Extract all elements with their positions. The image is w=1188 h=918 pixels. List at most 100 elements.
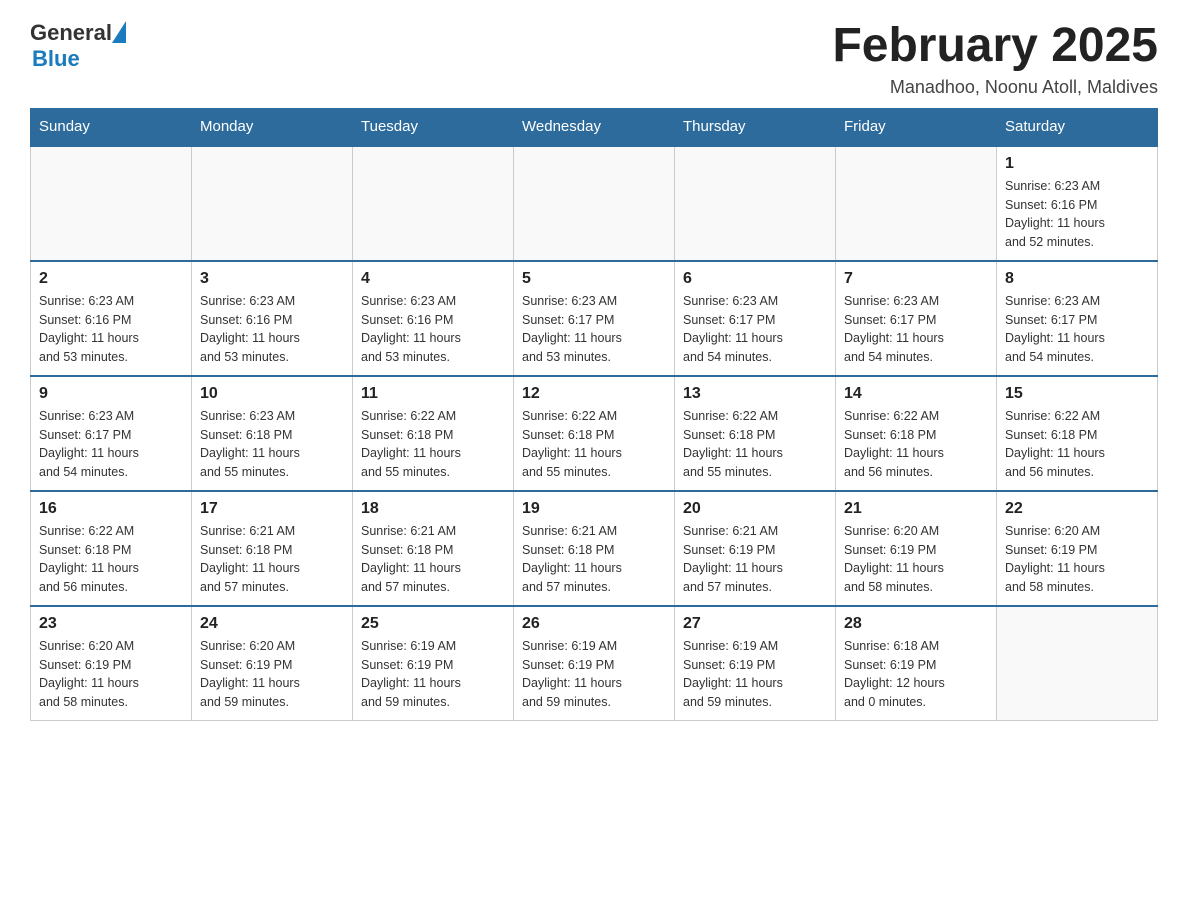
day-info: Sunrise: 6:23 AM Sunset: 6:17 PM Dayligh… [683,292,827,367]
day-number: 27 [683,615,827,633]
day-of-week-header: Friday [836,108,997,146]
title-section: February 2025 Manadhoo, Noonu Atoll, Mal… [832,20,1158,98]
day-number: 4 [361,270,505,288]
day-info: Sunrise: 6:23 AM Sunset: 6:16 PM Dayligh… [1005,177,1149,252]
day-info: Sunrise: 6:22 AM Sunset: 6:18 PM Dayligh… [683,407,827,482]
logo-blue-text: Blue [32,46,80,72]
day-of-week-header: Saturday [997,108,1158,146]
calendar-cell: 2 Sunrise: 6:23 AM Sunset: 6:16 PM Daylig… [31,261,192,376]
day-number: 19 [522,500,666,518]
calendar-cell: 9 Sunrise: 6:23 AM Sunset: 6:17 PM Daylig… [31,376,192,491]
calendar-cell: 18 Sunrise: 6:21 AM Sunset: 6:18 PM Dayli… [353,491,514,606]
calendar-cell: 4 Sunrise: 6:23 AM Sunset: 6:16 PM Daylig… [353,261,514,376]
day-number: 6 [683,270,827,288]
day-info: Sunrise: 6:21 AM Sunset: 6:18 PM Dayligh… [200,522,344,597]
calendar-cell: 3 Sunrise: 6:23 AM Sunset: 6:16 PM Daylig… [192,261,353,376]
day-info: Sunrise: 6:23 AM Sunset: 6:17 PM Dayligh… [844,292,988,367]
day-info: Sunrise: 6:19 AM Sunset: 6:19 PM Dayligh… [361,637,505,712]
day-info: Sunrise: 6:23 AM Sunset: 6:18 PM Dayligh… [200,407,344,482]
day-number: 9 [39,385,183,403]
day-number: 17 [200,500,344,518]
day-number: 11 [361,385,505,403]
day-number: 18 [361,500,505,518]
calendar-cell: 11 Sunrise: 6:22 AM Sunset: 6:18 PM Dayli… [353,376,514,491]
calendar-week-row: 16Sunrise: 6:22 AM Sunset: 6:18 PM Dayli… [31,491,1158,606]
day-info: Sunrise: 6:20 AM Sunset: 6:19 PM Dayligh… [1005,522,1149,597]
calendar-cell: 1Sunrise: 6:23 AM Sunset: 6:16 PM Daylig… [997,146,1158,261]
calendar-week-row: 1Sunrise: 6:23 AM Sunset: 6:16 PM Daylig… [31,146,1158,261]
day-info: Sunrise: 6:20 AM Sunset: 6:19 PM Dayligh… [200,637,344,712]
day-info: Sunrise: 6:19 AM Sunset: 6:19 PM Dayligh… [522,637,666,712]
calendar-cell [353,146,514,261]
day-number: 25 [361,615,505,633]
day-info: Sunrise: 6:21 AM Sunset: 6:18 PM Dayligh… [361,522,505,597]
day-of-week-header: Wednesday [514,108,675,146]
month-title: February 2025 [832,20,1158,73]
day-of-week-header: Sunday [31,108,192,146]
calendar-cell [31,146,192,261]
calendar-cell: 16Sunrise: 6:22 AM Sunset: 6:18 PM Dayli… [31,491,192,606]
calendar-cell: 25 Sunrise: 6:19 AM Sunset: 6:19 PM Dayli… [353,606,514,721]
day-number: 24 [200,615,344,633]
day-number: 23 [39,615,183,633]
day-number: 26 [522,615,666,633]
calendar-cell: 20Sunrise: 6:21 AM Sunset: 6:19 PM Dayli… [675,491,836,606]
day-info: Sunrise: 6:22 AM Sunset: 6:18 PM Dayligh… [1005,407,1149,482]
day-info: Sunrise: 6:19 AM Sunset: 6:19 PM Dayligh… [683,637,827,712]
calendar-cell: 13Sunrise: 6:22 AM Sunset: 6:18 PM Dayli… [675,376,836,491]
calendar-cell: 14 Sunrise: 6:22 AM Sunset: 6:18 PM Dayli… [836,376,997,491]
calendar-cell [836,146,997,261]
day-number: 22 [1005,500,1149,518]
day-number: 3 [200,270,344,288]
day-info: Sunrise: 6:20 AM Sunset: 6:19 PM Dayligh… [844,522,988,597]
calendar-cell: 8 Sunrise: 6:23 AM Sunset: 6:17 PM Daylig… [997,261,1158,376]
day-info: Sunrise: 6:22 AM Sunset: 6:18 PM Dayligh… [844,407,988,482]
day-number: 15 [1005,385,1149,403]
calendar-cell: 24 Sunrise: 6:20 AM Sunset: 6:19 PM Dayli… [192,606,353,721]
calendar-week-row: 2 Sunrise: 6:23 AM Sunset: 6:16 PM Daylig… [31,261,1158,376]
calendar-cell [192,146,353,261]
calendar-cell: 21 Sunrise: 6:20 AM Sunset: 6:19 PM Dayli… [836,491,997,606]
day-number: 14 [844,385,988,403]
calendar-cell: 22 Sunrise: 6:20 AM Sunset: 6:19 PM Dayli… [997,491,1158,606]
calendar-cell: 12 Sunrise: 6:22 AM Sunset: 6:18 PM Dayli… [514,376,675,491]
days-of-week-row: SundayMondayTuesdayWednesdayThursdayFrid… [31,108,1158,146]
day-info: Sunrise: 6:23 AM Sunset: 6:17 PM Dayligh… [522,292,666,367]
day-info: Sunrise: 6:23 AM Sunset: 6:16 PM Dayligh… [361,292,505,367]
calendar-cell: 27 Sunrise: 6:19 AM Sunset: 6:19 PM Dayli… [675,606,836,721]
day-info: Sunrise: 6:20 AM Sunset: 6:19 PM Dayligh… [39,637,183,712]
calendar-cell: 15 Sunrise: 6:22 AM Sunset: 6:18 PM Dayli… [997,376,1158,491]
day-number: 12 [522,385,666,403]
day-info: Sunrise: 6:23 AM Sunset: 6:17 PM Dayligh… [1005,292,1149,367]
calendar-cell: 6 Sunrise: 6:23 AM Sunset: 6:17 PM Daylig… [675,261,836,376]
logo-triangle-icon [112,21,126,43]
day-of-week-header: Thursday [675,108,836,146]
day-number: 8 [1005,270,1149,288]
logo: General Blue [30,20,126,72]
calendar-cell: 5 Sunrise: 6:23 AM Sunset: 6:17 PM Daylig… [514,261,675,376]
calendar-header: SundayMondayTuesdayWednesdayThursdayFrid… [31,108,1158,146]
calendar-cell [514,146,675,261]
calendar-cell [675,146,836,261]
day-number: 5 [522,270,666,288]
logo-general-text: General [30,20,112,46]
day-number: 21 [844,500,988,518]
calendar-week-row: 9 Sunrise: 6:23 AM Sunset: 6:17 PM Daylig… [31,376,1158,491]
day-info: Sunrise: 6:21 AM Sunset: 6:18 PM Dayligh… [522,522,666,597]
day-number: 20 [683,500,827,518]
day-info: Sunrise: 6:22 AM Sunset: 6:18 PM Dayligh… [522,407,666,482]
day-number: 16 [39,500,183,518]
calendar-table: SundayMondayTuesdayWednesdayThursdayFrid… [30,108,1158,721]
day-info: Sunrise: 6:23 AM Sunset: 6:16 PM Dayligh… [200,292,344,367]
day-info: Sunrise: 6:18 AM Sunset: 6:19 PM Dayligh… [844,637,988,712]
page-header: General Blue February 2025 Manadhoo, Noo… [30,20,1158,98]
day-info: Sunrise: 6:23 AM Sunset: 6:17 PM Dayligh… [39,407,183,482]
day-info: Sunrise: 6:23 AM Sunset: 6:16 PM Dayligh… [39,292,183,367]
calendar-cell: 26 Sunrise: 6:19 AM Sunset: 6:19 PM Dayli… [514,606,675,721]
day-number: 10 [200,385,344,403]
day-of-week-header: Tuesday [353,108,514,146]
day-number: 2 [39,270,183,288]
calendar-cell: 10 Sunrise: 6:23 AM Sunset: 6:18 PM Dayli… [192,376,353,491]
day-info: Sunrise: 6:22 AM Sunset: 6:18 PM Dayligh… [361,407,505,482]
calendar-cell [997,606,1158,721]
